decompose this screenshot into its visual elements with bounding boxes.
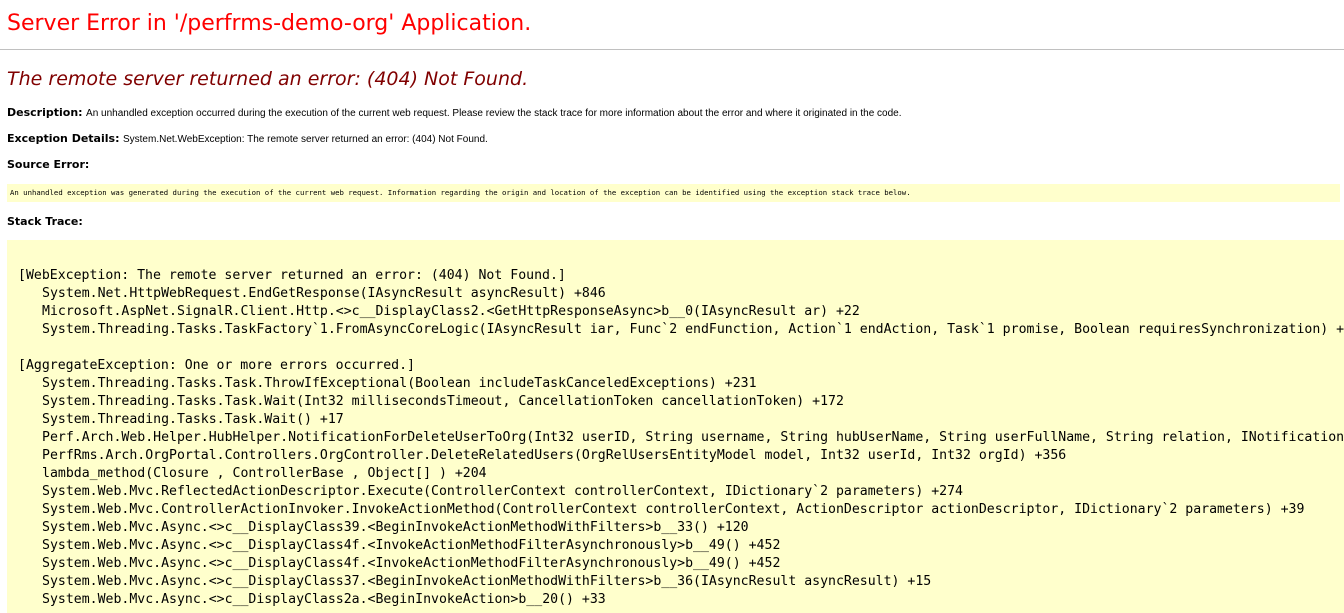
error-heading: The remote server returned an error: (40… [7,68,529,90]
stack-frame: System.Threading.Tasks.TaskFactory`1.Fro… [42,322,1344,337]
description-line: Description: An unhandled exception occu… [7,106,902,121]
stack-trace-content: [WebException: The remote server returne… [18,267,1344,609]
stack-frame: System.Web.Mvc.Async.<>c__DisplayClass4f… [42,556,781,571]
source-error-label: Source Error: [7,158,90,171]
stack-frame: System.Threading.Tasks.Task.Wait() +17 [42,412,344,427]
stack-trace-blank-line [18,339,1344,357]
stack-frame: System.Threading.Tasks.Task.Wait(Int32 m… [42,394,844,409]
stack-exception-header: [AggregateException: One or more errors … [18,358,415,373]
stack-frame: Microsoft.AspNet.SignalR.Client.Http.<>c… [42,304,860,319]
stack-trace-box[interactable]: [WebException: The remote server returne… [7,240,1344,613]
description-text: An unhandled exception occurred during t… [86,108,902,119]
exception-details-text: System.Net.WebException: The remote serv… [122,134,488,145]
stack-frame: System.Web.Mvc.Async.<>c__DisplayClass39… [42,520,749,535]
stack-frame: System.Web.Mvc.Async.<>c__DisplayClass4f… [42,538,781,553]
stack-frame: System.Net.HttpWebRequest.EndGetResponse… [42,286,606,301]
stack-exception-header: [WebException: The remote server returne… [18,268,566,283]
stack-trace-label: Stack Trace: [7,215,83,228]
stack-frame: lambda_method(Closure , ControllerBase ,… [42,466,487,481]
stack-frame: Perf.Arch.Web.Helper.HubHelper.Notificat… [42,430,1344,445]
exception-details-line: Exception Details: System.Net.WebExcepti… [7,132,488,147]
source-error-text: An unhandled exception was generated dur… [10,188,911,197]
page-title: Server Error in '/perfrms-demo-org' Appl… [7,11,532,36]
stack-frame: System.Web.Mvc.Async.<>c__DisplayClass37… [42,574,932,589]
stack-frame: System.Threading.Tasks.Task.ThrowIfExcep… [42,376,757,391]
source-error-box: An unhandled exception was generated dur… [7,184,1340,202]
exception-details-label: Exception Details: [7,132,120,145]
title-divider [0,49,1344,50]
stack-frame: System.Web.Mvc.ReflectedActionDescriptor… [42,484,963,499]
stack-frame: System.Web.Mvc.Async.<>c__DisplayClass2a… [42,592,606,607]
stack-frame: System.Web.Mvc.ControllerActionInvoker.I… [42,502,1305,517]
stack-frame: PerfRms.Arch.OrgPortal.Controllers.OrgCo… [42,448,1067,463]
description-label: Description: [7,106,83,119]
